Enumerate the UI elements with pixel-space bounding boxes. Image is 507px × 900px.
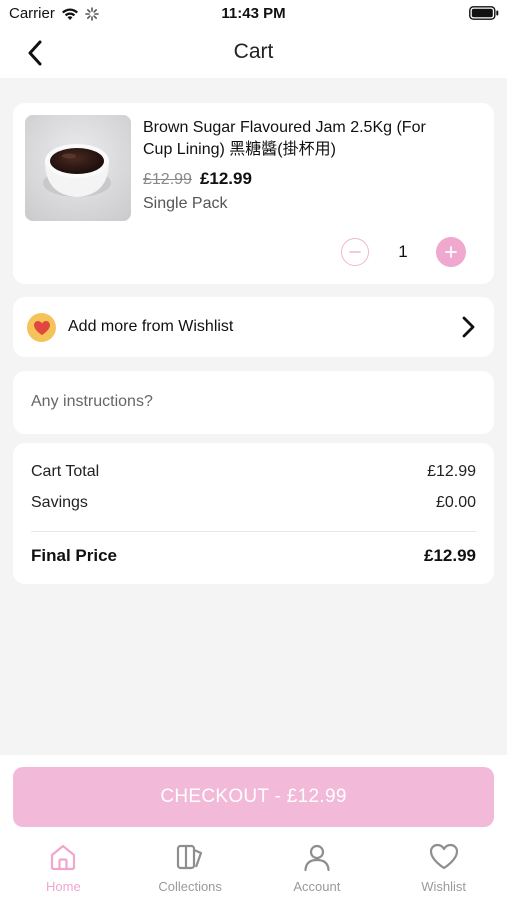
savings-label: Savings	[31, 494, 88, 511]
heart-icon	[427, 840, 461, 874]
product-image[interactable]	[25, 115, 131, 221]
tab-account-label: Account	[293, 879, 341, 894]
cart-total-row: Cart Total £12.99	[31, 463, 476, 481]
cart-total-label: Cart Total	[31, 463, 100, 480]
tab-bar: Home Collections Account Wishlist	[0, 840, 507, 900]
instructions-input[interactable]	[31, 389, 471, 415]
collections-icon	[173, 840, 207, 874]
wishlist-heart-icon	[27, 313, 56, 342]
tab-collections[interactable]: Collections	[127, 840, 254, 900]
minus-icon	[349, 251, 361, 253]
tab-home[interactable]: Home	[0, 840, 127, 900]
status-bar: Carrier 11:43 PM	[0, 0, 507, 28]
summary-divider	[31, 531, 476, 532]
product-name[interactable]: Brown Sugar Flavoured Jam 2.5Kg (For Cup…	[143, 117, 443, 161]
price-row: £12.99 £12.99	[143, 169, 252, 189]
account-icon	[300, 840, 334, 874]
tab-collections-label: Collections	[158, 879, 222, 894]
increase-quantity-button[interactable]	[436, 237, 466, 267]
current-price: £12.99	[199, 169, 252, 188]
status-time: 11:43 PM	[221, 5, 286, 22]
home-icon	[46, 840, 80, 874]
chevron-right-icon	[462, 316, 475, 338]
add-from-wishlist-row[interactable]: Add more from Wishlist	[13, 297, 494, 357]
product-variant: Single Pack	[143, 195, 228, 212]
original-price: £12.99	[143, 171, 192, 188]
savings-value: £0.00	[435, 494, 476, 511]
nav-bar: Cart	[0, 28, 507, 78]
final-price-value: £12.99	[424, 546, 476, 565]
tab-home-label: Home	[46, 879, 81, 894]
wishlist-label: Add more from Wishlist	[68, 318, 234, 335]
savings-row: Savings £0.00	[31, 494, 476, 512]
cart-total-value: £12.99	[427, 463, 476, 480]
cart-item-card: Brown Sugar Flavoured Jam 2.5Kg (For Cup…	[13, 103, 494, 284]
decrease-quantity-button[interactable]	[341, 238, 369, 266]
final-price-label: Final Price	[31, 546, 117, 565]
checkout-button[interactable]: CHECKOUT - £12.99	[13, 767, 494, 827]
battery-icon	[469, 6, 499, 24]
page-title: Cart	[233, 40, 274, 63]
tab-wishlist-label: Wishlist	[421, 879, 467, 894]
quantity-value: 1	[398, 242, 408, 261]
order-summary-card: Cart Total £12.99 Savings £0.00 Final Pr…	[13, 443, 494, 584]
tab-account[interactable]: Account	[254, 840, 381, 900]
plus-icon	[445, 246, 457, 258]
final-price-row: Final Price £12.99	[31, 546, 476, 566]
tab-wishlist[interactable]: Wishlist	[380, 840, 507, 900]
instructions-card	[13, 371, 494, 434]
